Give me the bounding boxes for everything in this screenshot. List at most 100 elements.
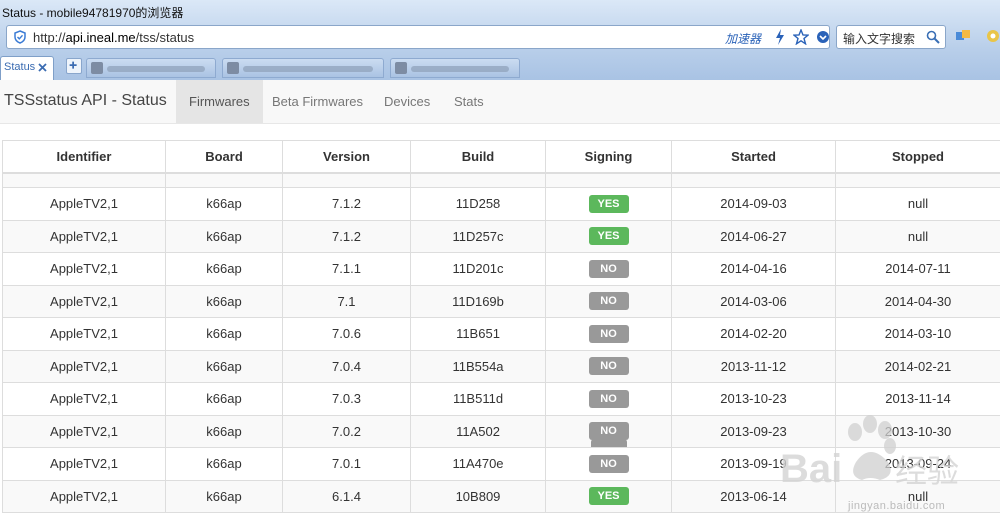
cell-board: k66ap — [165, 479, 283, 513]
cell-stopped: 2014-03-10 — [835, 317, 1000, 351]
cell-version: 6.1.4 — [282, 479, 411, 513]
signing-badge: NO — [588, 389, 629, 408]
cell-stopped: 2013-09-24 — [835, 447, 1000, 481]
tab-label: Status — [4, 61, 36, 73]
table-cell — [671, 172, 836, 188]
accelerator-button[interactable]: 加速器 — [725, 30, 761, 47]
cell-version: 7.0.1 — [282, 447, 411, 481]
cell-build: 11B511d — [410, 382, 546, 416]
cell-signing: YES — [545, 479, 672, 513]
address-bar[interactable]: http://api.ineal.me/tss/status 加速器 — [6, 25, 830, 49]
cell-signing: NO — [545, 447, 672, 481]
column-header-started[interactable]: Started — [671, 140, 836, 174]
page-content: TSSstatus API - Status Firmwares Beta Fi… — [0, 80, 1000, 525]
cell-board: k66ap — [165, 447, 283, 481]
table-row: AppleTV2,1 k66ap 7.0.4 11B554a NO 2013-11-12 2… — [2, 349, 1000, 383]
background-tab[interactable] — [390, 58, 520, 78]
new-tab-button[interactable] — [66, 58, 82, 74]
table-row: AppleTV2,1 k66ap 7.0.2 11A502 NO 2013-09-23 20… — [2, 414, 1000, 448]
cell-board: k66ap — [165, 349, 283, 383]
cell-board: k66ap — [165, 382, 283, 416]
cell-identifier: AppleTV2,1 — [2, 252, 166, 286]
nav-stats[interactable]: Stats — [441, 80, 497, 123]
tab-status[interactable]: Status — [0, 56, 54, 80]
chevron-down-icon[interactable] — [816, 30, 830, 44]
cell-started: 2014-09-03 — [671, 187, 836, 221]
cell-stopped: null — [835, 219, 1000, 253]
signing-badge-partial — [591, 439, 627, 447]
search-box[interactable]: 输入文字搜索 — [836, 25, 946, 49]
close-icon[interactable] — [37, 62, 48, 73]
cell-build: 11D258 — [410, 187, 546, 221]
column-header-build[interactable]: Build — [410, 140, 546, 174]
signing-badge: YES — [588, 194, 629, 213]
cell-build: 11B554a — [410, 349, 546, 383]
cell-identifier: AppleTV2,1 — [2, 382, 166, 416]
cell-stopped: 2014-07-11 — [835, 252, 1000, 286]
cell-version: 7.0.2 — [282, 414, 411, 448]
column-header-signing[interactable]: Signing — [545, 140, 672, 174]
column-header-identifier[interactable]: Identifier — [2, 140, 166, 174]
cell-started: 2014-03-06 — [671, 284, 836, 318]
table-cell — [835, 172, 1000, 188]
favicon-icon — [395, 62, 407, 74]
cell-started: 2013-10-23 — [671, 382, 836, 416]
url-domain: api.ineal.me — [65, 30, 136, 45]
url-prefix: http:// — [33, 30, 66, 45]
table-row: AppleTV2,1 k66ap 7.0.1 11A470e NO 2013-09-19 2… — [2, 447, 1000, 481]
cell-build: 11B651 — [410, 317, 546, 351]
cell-stopped: 2014-02-21 — [835, 349, 1000, 383]
url-text[interactable]: http://api.ineal.me/tss/status — [33, 30, 194, 45]
table-row: AppleTV2,1 k66ap 7.1.2 11D258 YES 2014-09-03 n… — [2, 187, 1000, 221]
plus-icon — [69, 61, 77, 69]
signing-badge: YES — [588, 227, 629, 246]
favicon-icon — [91, 62, 103, 74]
cell-signing: NO — [545, 252, 672, 286]
nav-beta-firmwares[interactable]: Beta Firmwares — [259, 80, 376, 123]
bolt-icon[interactable] — [775, 29, 785, 45]
cell-identifier: AppleTV2,1 — [2, 414, 166, 448]
cell-board: k66ap — [165, 252, 283, 286]
background-tab[interactable] — [86, 58, 216, 78]
cell-signing: NO — [545, 284, 672, 318]
table-cell — [165, 172, 283, 188]
cell-signing: YES — [545, 187, 672, 221]
cell-signing: NO — [545, 349, 672, 383]
signing-badge: NO — [588, 357, 629, 376]
cell-board: k66ap — [165, 284, 283, 318]
watermark-url: jingyan.baidu.com — [848, 500, 946, 512]
table-cell — [545, 172, 672, 188]
cell-build: 11D201c — [410, 252, 546, 286]
signing-badge: YES — [588, 487, 629, 506]
background-tab[interactable] — [222, 58, 384, 78]
window-title: Status - mobile94781970的浏览器 — [2, 6, 184, 20]
cell-started: 2013-06-14 — [671, 479, 836, 513]
star-icon[interactable] — [793, 29, 809, 45]
cell-board: k66ap — [165, 414, 283, 448]
cell-signing: YES — [545, 219, 672, 253]
nav-firmwares[interactable]: Firmwares — [176, 80, 263, 123]
table-row: AppleTV2,1 k66ap 7.1.1 11D201c NO 2014-04-16 2… — [2, 252, 1000, 286]
cell-identifier: AppleTV2,1 — [2, 317, 166, 351]
table-row-partial — [2, 172, 1000, 188]
cell-stopped: 2013-11-14 — [835, 382, 1000, 416]
cell-started: 2014-06-27 — [671, 219, 836, 253]
signing-badge: NO — [588, 454, 629, 473]
column-header-board[interactable]: Board — [165, 140, 283, 174]
cell-version: 7.1.2 — [282, 187, 411, 221]
cell-started: 2013-09-23 — [671, 414, 836, 448]
cell-version: 7.0.3 — [282, 382, 411, 416]
search-input[interactable]: 输入文字搜索 — [843, 30, 915, 47]
settings-icon[interactable] — [985, 28, 1000, 44]
blurred-tab-title — [411, 66, 509, 72]
search-icon[interactable] — [926, 30, 940, 44]
cell-build: 11A470e — [410, 447, 546, 481]
nav-devices[interactable]: Devices — [371, 80, 443, 123]
table-row: AppleTV2,1 k66ap 7.0.3 11B511d NO 2013-10-23 2… — [2, 382, 1000, 416]
column-header-stopped[interactable]: Stopped — [835, 140, 1000, 174]
table-cell — [410, 172, 546, 188]
column-header-version[interactable]: Version — [282, 140, 411, 174]
brand-title[interactable]: TSSstatus API - Status — [4, 92, 167, 110]
extension-icon[interactable] — [955, 28, 971, 44]
blurred-tab-title — [243, 66, 373, 72]
